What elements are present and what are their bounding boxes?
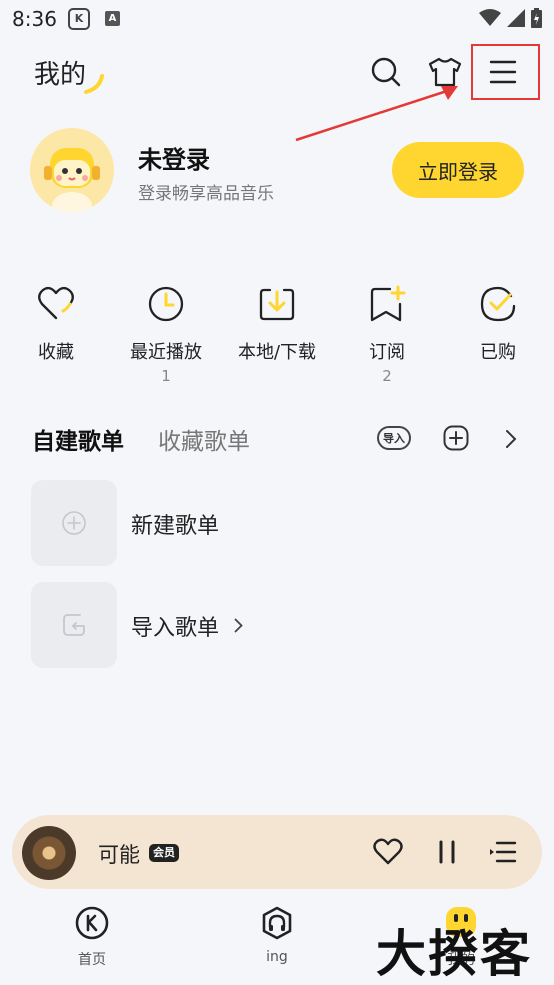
mini-player[interactable]: 可能 会员 [12,815,542,889]
quick-actions: 收藏 最近播放 1 本地/下载 订阅 2 已购 [0,284,554,394]
import-playlist-row[interactable]: 导入歌单 [31,582,521,668]
annotation-highlight-box [471,44,540,100]
quick-action-label: 已购 [480,342,516,363]
vip-badge: 会员 [149,844,179,862]
chevron-right-icon [234,618,243,633]
import-playlist-thumb [31,582,117,668]
add-playlist-icon[interactable] [443,425,469,451]
signal-icon [507,9,525,27]
import-arrow-icon [63,614,85,636]
page-title: 我的 [34,60,87,90]
new-playlist-thumb [31,480,117,566]
list-item-label: 新建歌单 [131,514,220,539]
a-notification-icon: A [105,11,120,26]
quick-action-label: 收藏 [38,342,74,363]
download-icon [259,288,295,321]
title-accent-swoosh [84,74,104,94]
new-playlist-row[interactable]: 新建歌单 [31,480,521,566]
quick-action-label: 最近播放 [130,342,202,363]
wifi-icon [479,9,501,26]
status-indicators [479,8,542,28]
login-status-title[interactable]: 未登录 [138,140,210,175]
like-button[interactable] [369,833,407,871]
mascot-avatar-icon [30,128,114,212]
nav-label: 首页 [78,952,106,968]
nav-item-ing[interactable]: ing [232,905,322,965]
playlist-tabs: 自建歌单 收藏歌单 导入 [0,420,554,460]
quick-action-label: 订阅 [369,342,405,363]
plus-circle-icon [62,511,86,535]
album-cover[interactable] [22,826,76,880]
kugou-notification-icon: K [68,8,90,30]
heart-icon [38,286,74,320]
quick-action-count: 2 [382,367,392,385]
playlist-queue-button[interactable] [484,833,522,871]
profile-section: 未登录 登录畅享高品音乐 立即登录 [30,128,530,214]
list-item-label: 导入歌单 [131,616,220,641]
headphones-icon [262,906,292,940]
quick-action-favorites[interactable]: 收藏 [1,284,111,367]
watermark-text: 大揆客 [376,924,532,983]
quick-action-download[interactable]: 本地/下载 [222,284,332,367]
quick-action-subscribe[interactable]: 订阅 2 [332,284,442,385]
quick-action-recent[interactable]: 最近播放 1 [111,284,221,385]
pause-icon [439,840,455,864]
login-subtitle: 登录畅享高品音乐 [138,184,274,204]
heart-icon [373,838,403,865]
chevron-right-icon[interactable] [505,429,517,449]
pause-button[interactable] [428,833,466,871]
status-bar: 8:36 K A [0,0,554,38]
login-button[interactable]: 立即登录 [392,142,524,198]
nav-label: ing [266,949,288,965]
kugou-home-icon [75,906,109,940]
nav-item-home[interactable]: 首页 [47,905,137,969]
quick-action-purchased[interactable]: 已购 [443,284,553,367]
status-time: 8:36 [12,7,57,31]
import-button[interactable]: 导入 [377,426,411,450]
clock-icon [148,286,184,322]
tab-saved-playlists[interactable]: 收藏歌单 [158,422,250,456]
tab-my-playlists[interactable]: 自建歌单 [32,422,124,456]
bookmark-add-icon [370,285,406,322]
check-circle-icon [480,286,516,322]
battery-icon [531,8,542,28]
song-title: 可能 [98,843,140,867]
quick-action-label: 本地/下载 [237,342,317,363]
playlist-queue-icon [490,841,517,863]
quick-action-count: 1 [161,367,171,385]
avatar[interactable] [30,128,114,212]
